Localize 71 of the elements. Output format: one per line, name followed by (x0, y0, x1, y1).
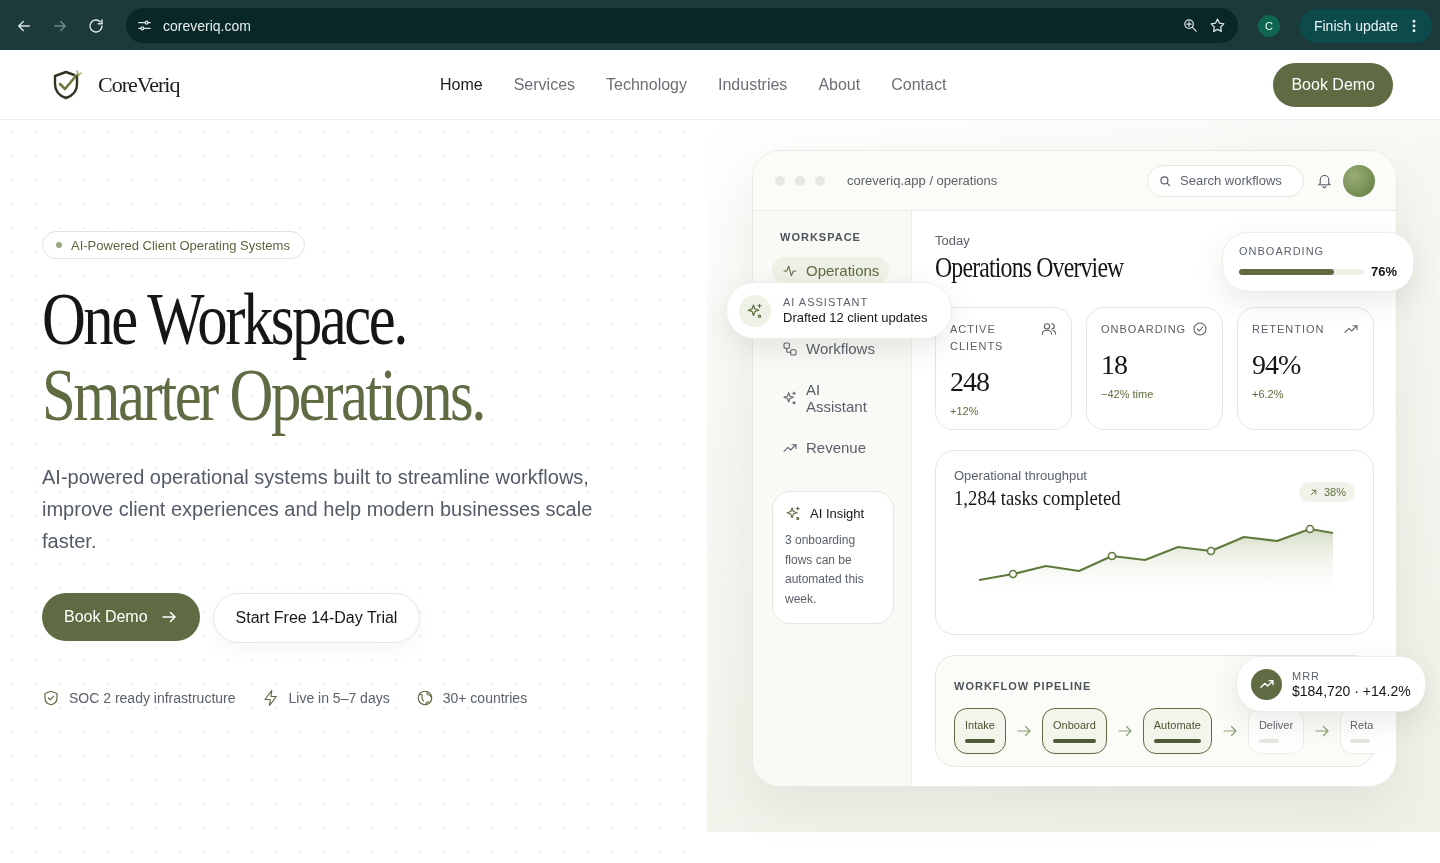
nav-link[interactable]: Services (513, 75, 576, 94)
sidebar-heading: WORKSPACE (780, 231, 862, 243)
reload-icon[interactable] (87, 16, 105, 35)
throughput-value: 1,284 tasks completed (954, 485, 1121, 511)
sidebar-item[interactable]: AI Assistant (772, 376, 894, 420)
book-demo-button[interactable]: Book Demo (1273, 62, 1393, 107)
onboarding-label: ONBOARDING (1239, 245, 1326, 257)
pipeline-stage[interactable]: Automate (1142, 708, 1212, 754)
growth-badge: 38% (1298, 482, 1355, 502)
zoom-icon[interactable] (1181, 17, 1199, 34)
update-button[interactable]: Finish update (1299, 8, 1432, 43)
date-label: Today (935, 233, 971, 248)
page-title: Operations Overview (935, 250, 1124, 284)
star-icon[interactable] (1208, 17, 1226, 34)
globe-icon (415, 689, 434, 707)
feature-label: SOC 2 ready infrastructure (69, 690, 236, 706)
pipeline-stage[interactable]: Deliver (1247, 708, 1305, 754)
chart-point (1206, 546, 1216, 556)
stat-label: ONBOARDING (1101, 322, 1187, 337)
insight-title: AI Insight (810, 506, 865, 521)
lightning-icon (261, 689, 280, 707)
assistant-label: AI ASSISTANT (783, 296, 870, 308)
check-circle-icon (1192, 321, 1208, 337)
app-address: coreveriq.app / operations (847, 173, 999, 188)
mrr-value: $184,720 · +14.2% (1292, 682, 1411, 699)
nav-link[interactable]: Industries (718, 75, 788, 94)
chart-point (1305, 524, 1315, 534)
progress-reading: 76% (1370, 264, 1397, 279)
stat-change: +12% (950, 405, 980, 417)
nav-link[interactable]: Home (440, 75, 483, 94)
sparkle-icon (782, 390, 798, 406)
chart-point (1008, 569, 1018, 579)
address-bar[interactable]: coreveriq.com (126, 8, 1238, 43)
stat-value: 248 (950, 367, 990, 397)
book-demo-button[interactable]: Book Demo (42, 593, 200, 641)
stat-value: 18 (1101, 350, 1128, 380)
assistant-message: Drafted 12 client updates (783, 310, 928, 325)
sparkle-icon (746, 301, 764, 320)
sparkle-icon (785, 505, 802, 522)
profile-avatar[interactable]: C (1257, 14, 1280, 37)
feature-label: Live in 5–7 days (288, 690, 390, 706)
feature-label: 30+ countries (442, 690, 528, 706)
stat-change: +6.2% (1252, 388, 1285, 400)
hero-description: AI-powered operational systems built to streamline workflows, improve client experiences and help modern businesses scale faster. (42, 465, 594, 554)
pipeline-heading: WORKFLOW PIPELINE (954, 680, 1092, 692)
shield-check-icon (42, 689, 60, 707)
user-avatar[interactable] (1343, 164, 1375, 197)
stat-change: −42% time (1101, 388, 1155, 400)
sidebar-item[interactable]: Revenue (772, 434, 877, 461)
throughput-label: Operational throughput (954, 468, 1088, 483)
chart-point (1107, 551, 1117, 561)
bell-icon[interactable] (1316, 172, 1333, 189)
sidebar-item[interactable]: Workflows (772, 335, 885, 362)
pipeline-stage[interactable]: Intake (954, 708, 1006, 754)
free-trial-button[interactable]: Start Free 14-Day Trial (212, 593, 421, 643)
search-field[interactable]: Search workflows (1147, 164, 1304, 197)
sidebar-item[interactable]: Operations (772, 257, 890, 284)
workflow-icon (782, 340, 798, 357)
stat-value: 94% (1252, 350, 1302, 380)
nav-link[interactable]: Technology (606, 75, 687, 94)
mrr-label: MRR (1292, 669, 1322, 682)
stat-label: RETENTION (1252, 322, 1326, 337)
nav-link[interactable]: Contact (891, 75, 947, 94)
nav-link[interactable]: About (818, 75, 861, 94)
stat-label: ACTIVE CLIENTS (950, 322, 1005, 354)
pipeline-stage[interactable]: Onboard (1041, 708, 1107, 754)
brand-name[interactable]: CoreVeriq (98, 71, 180, 98)
insight-text: 3 onboarding flows can be automated this week. (785, 532, 865, 608)
users-icon (1041, 321, 1057, 337)
url-text: coreveriq.com (163, 17, 252, 34)
tagline-text: AI-Powered Client Operating Systems (71, 237, 290, 253)
